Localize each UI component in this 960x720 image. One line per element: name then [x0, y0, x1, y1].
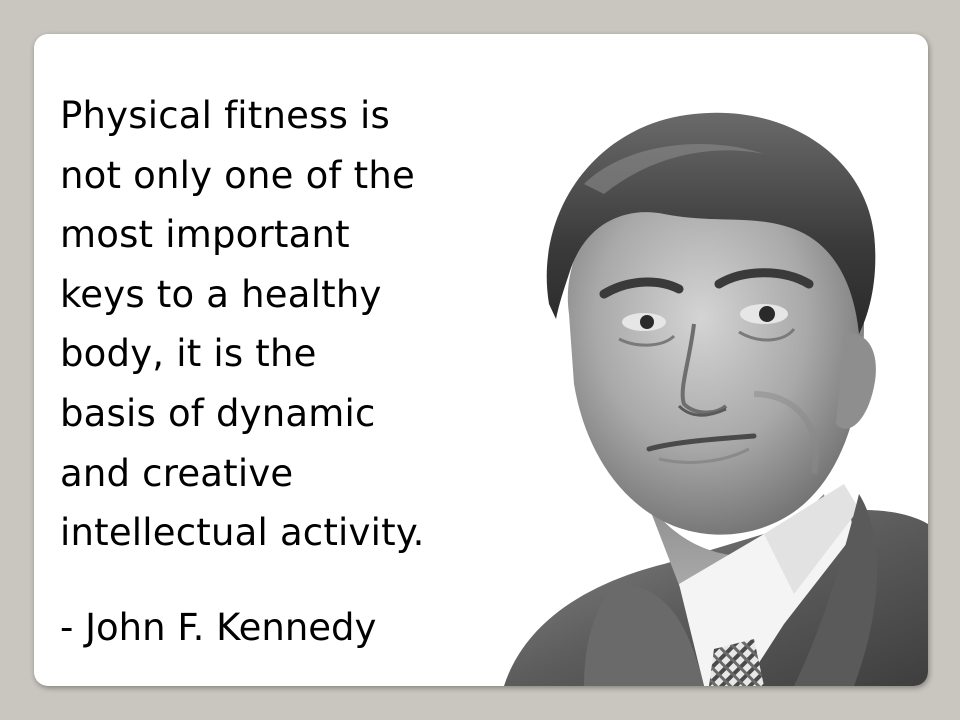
quote-line: intellectual activity.: [60, 511, 425, 555]
quote-text: Physical fitness is not only one of the …: [60, 86, 425, 563]
quote-line: and creative: [60, 451, 294, 495]
quote-line: keys to a healthy: [60, 272, 382, 316]
portrait-photo: [504, 112, 928, 686]
quote-line: not only one of the: [60, 153, 415, 197]
quote-card: Physical fitness is not only one of the …: [34, 34, 928, 686]
quote-attribution: - John F. Kennedy: [60, 606, 377, 649]
quote-line: Physical fitness is: [60, 94, 390, 137]
quote-line: most important: [60, 213, 350, 257]
quote-line: body, it is the: [60, 332, 317, 376]
quote-line: basis of dynamic: [60, 391, 376, 435]
